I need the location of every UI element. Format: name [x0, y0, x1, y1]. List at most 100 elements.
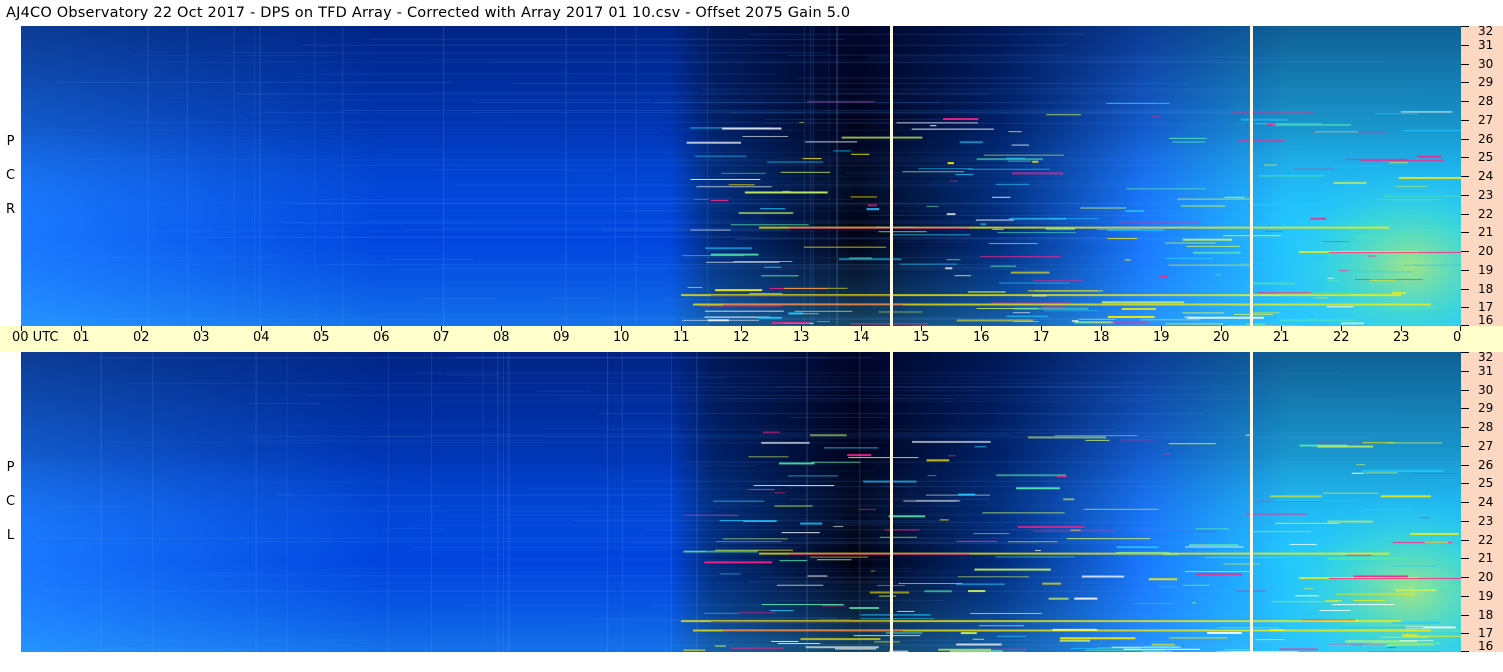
interference-burst — [683, 514, 739, 516]
interference-burst — [761, 441, 810, 444]
noise-streak — [571, 175, 1119, 177]
interference-burst — [1410, 473, 1457, 475]
interference-burst — [1008, 131, 1022, 133]
interference-burst — [715, 540, 783, 542]
noise-streak — [634, 256, 1256, 258]
noise-streak — [27, 129, 941, 131]
frequency-label: 32 — [1478, 24, 1494, 38]
interference-burst — [835, 648, 877, 650]
interference-burst — [817, 321, 830, 323]
interference-burst — [1116, 546, 1159, 549]
interference-burst — [978, 625, 1025, 627]
noise-streak — [787, 183, 964, 185]
noise-streak — [653, 604, 760, 606]
interference-burst — [1080, 207, 1127, 209]
interference-burst — [1182, 312, 1224, 314]
interference-burst — [1189, 544, 1239, 547]
interference-burst — [866, 208, 880, 211]
frequency-label: 23 — [1478, 513, 1494, 528]
frequency-label: 21 — [1478, 225, 1494, 240]
interference-burst — [1141, 319, 1201, 321]
vertical-stripe — [147, 26, 149, 326]
frequency-tick — [1461, 539, 1469, 541]
interference-burst — [1328, 280, 1338, 282]
noise-streak — [295, 73, 775, 75]
interference-burst — [1168, 443, 1216, 445]
interference-burst — [682, 319, 760, 321]
hour-label: 20 — [1213, 330, 1230, 345]
noise-streak — [347, 567, 913, 569]
hour-label: 21 — [1273, 330, 1290, 345]
interference-burst — [1107, 315, 1155, 318]
interference-burst — [1341, 322, 1364, 325]
noise-streak — [536, 390, 590, 392]
interference-burst — [960, 632, 977, 635]
noise-streak — [245, 541, 1405, 543]
noise-streak — [328, 264, 1125, 266]
vertical-stripe — [635, 26, 637, 326]
interference-burst — [705, 247, 753, 250]
interference-burst — [1240, 263, 1300, 265]
hour-label: 09 — [553, 330, 570, 345]
interference-burst — [1314, 297, 1328, 299]
interference-burst — [956, 583, 1005, 585]
interference-burst — [988, 243, 1038, 245]
noise-streak — [512, 83, 1191, 85]
interference-burst — [1085, 649, 1165, 651]
interference-burst — [1217, 627, 1279, 629]
interference-burst — [1046, 114, 1082, 116]
noise-streak — [122, 121, 949, 123]
noise-streak — [734, 238, 1352, 240]
interference-burst — [807, 575, 828, 577]
interference-burst — [1327, 557, 1410, 560]
interference-burst — [1059, 639, 1091, 642]
lcp-label-strip: P C L — [0, 352, 21, 652]
noise-streak — [215, 255, 448, 257]
interference-burst — [1301, 613, 1338, 615]
interference-burst — [1293, 168, 1335, 170]
interference-burst — [1056, 476, 1068, 478]
noise-streak — [764, 118, 969, 120]
lcp-frequency-axis: 32 31 30 29 28 27 26 25 24 23 22 21 20 19 18 17 16 — [1461, 351, 1503, 652]
noise-streak — [868, 56, 1385, 58]
interference-burst — [1028, 290, 1098, 292]
interference-burst — [1360, 159, 1445, 161]
interference-burst — [1270, 495, 1323, 498]
interference-burst — [1076, 321, 1092, 323]
interference-burst — [1016, 487, 1061, 490]
hour-label: 14 — [853, 330, 870, 345]
noise-streak — [611, 234, 883, 236]
marker-line — [890, 26, 893, 326]
vertical-stripe — [255, 352, 257, 652]
interference-burst — [956, 643, 1002, 646]
frequency-label: 20 — [1478, 244, 1494, 258]
frequency-tick — [1461, 44, 1469, 46]
interference-burst — [1314, 131, 1358, 133]
noise-streak — [882, 485, 1436, 487]
interference-burst — [1185, 546, 1244, 548]
noise-streak — [506, 511, 715, 513]
interference-burst — [1399, 640, 1434, 642]
interference-burst — [958, 493, 976, 496]
interference-burst — [769, 610, 794, 612]
noise-streak — [199, 575, 718, 577]
noise-streak — [752, 186, 1289, 188]
frequency-tick — [1461, 251, 1469, 252]
hour-label: 08 — [493, 330, 510, 345]
noise-streak — [448, 282, 819, 284]
noise-streak — [701, 88, 1404, 90]
interference-burst — [1353, 236, 1431, 238]
interference-burst — [733, 260, 793, 262]
broadband-highlight — [789, 553, 969, 555]
interference-burst — [1398, 176, 1461, 179]
noise-streak — [756, 379, 1045, 381]
vertical-stripe — [100, 352, 102, 652]
frequency-label: 17 — [1478, 300, 1494, 315]
hour-label: 13 — [793, 330, 810, 345]
vertical-stripe — [670, 352, 672, 652]
interference-burst — [1240, 118, 1288, 121]
interference-burst — [809, 434, 847, 437]
interference-burst — [753, 485, 835, 487]
interference-burst — [927, 475, 937, 477]
interference-burst — [1121, 307, 1156, 310]
